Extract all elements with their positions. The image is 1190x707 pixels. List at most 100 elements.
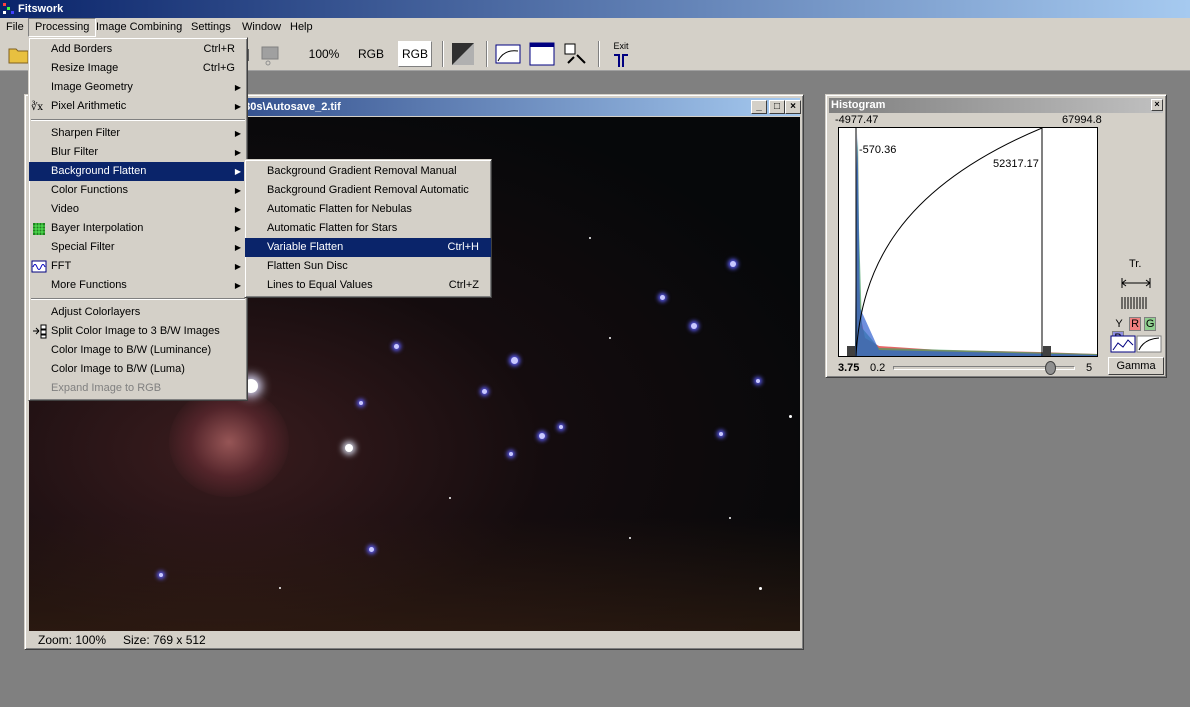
menu-item-fft[interactable]: FFT ▶ [29, 257, 247, 276]
submenu-arrow-icon: ▶ [234, 83, 241, 92]
tools-icon[interactable] [562, 41, 590, 67]
rgb-active-button[interactable]: RGB [398, 41, 432, 67]
menu-item-background-flatten[interactable]: Background Flatten ▶ [29, 162, 247, 181]
star [629, 537, 631, 539]
toolbar-separator [598, 41, 600, 67]
menu-item-lines-to-equal-values[interactable]: Lines to Equal Values Ctrl+Z [245, 276, 491, 295]
menu-item-color-functions[interactable]: Color Functions ▶ [29, 181, 247, 200]
exit-label: Exit [613, 41, 629, 51]
channel-y[interactable]: Y [1112, 318, 1126, 330]
range-arrows-icon[interactable] [1118, 275, 1158, 291]
menu-file[interactable]: File [0, 18, 30, 37]
menu-item-label: FFT [51, 260, 72, 272]
menu-help[interactable]: Help [284, 18, 319, 37]
star [789, 415, 792, 418]
menu-item-label: Pixel Arithmetic [51, 100, 127, 112]
minimize-button[interactable]: _ [751, 100, 767, 114]
star [660, 295, 665, 300]
histogram-max-label: 67994.8 [1062, 114, 1102, 126]
crop-icon[interactable] [258, 41, 284, 67]
menu-item-adjust-colorlayers[interactable]: Adjust Colorlayers [29, 303, 247, 322]
gradient-icon[interactable] [450, 41, 476, 67]
menu-item-split-color-image-to-3-b-w-images[interactable]: Split Color Image to 3 B/W Images [29, 322, 247, 341]
white-point-label: 52317.17 [993, 158, 1039, 170]
histogram-plot[interactable]: -570.36 52317.17 [838, 127, 1098, 357]
menu-separator [29, 295, 247, 303]
menu-item-automatic-flatten-for-stars[interactable]: Automatic Flatten for Stars [245, 219, 491, 238]
submenu-arrow-icon: ▶ [234, 205, 241, 214]
gamma-slider[interactable] [893, 361, 1075, 375]
star [511, 357, 518, 364]
bins-icon[interactable] [1118, 295, 1158, 311]
star [559, 425, 563, 429]
submenu-arrow-icon: ▶ [234, 148, 241, 157]
star [719, 432, 723, 436]
menu-item-label: Color Image to B/W (Luminance) [51, 344, 212, 356]
menu-item-pixel-arithmetic[interactable]: ∛x Pixel Arithmetic ▶ [29, 97, 247, 116]
menu-item-label: Blur Filter [51, 146, 99, 158]
menu-item-resize-image[interactable]: Resize Image Ctrl+G [29, 59, 247, 78]
histogram-window-icon[interactable] [494, 41, 522, 67]
menu-item-add-borders[interactable]: Add Borders Ctrl+R [29, 40, 247, 59]
toolbar-separator [486, 41, 488, 67]
pixel-arithmetic-icon: ∛x [31, 99, 47, 114]
rgb-button[interactable]: RGB [352, 41, 390, 67]
menu-processing[interactable]: Processing [28, 18, 97, 37]
gamma-value: 3.75 [838, 362, 860, 374]
menu-item-color-image-to-b-w-luminance[interactable]: Color Image to B/W (Luminance) [29, 341, 247, 360]
exit-button[interactable]: Exit [606, 41, 636, 67]
menu-item-label: Special Filter [51, 241, 115, 253]
exit-icon [614, 54, 628, 67]
submenu-arrow-icon: ▶ [234, 224, 241, 233]
submenu-arrow-icon: ▶ [234, 262, 241, 271]
menu-item-label: Resize Image [51, 62, 119, 74]
gamma-slider-thumb[interactable] [1044, 361, 1056, 375]
menu-item-blur-filter[interactable]: Blur Filter ▶ [29, 143, 247, 162]
submenu-arrow-icon: ▶ [234, 129, 241, 138]
histogram-close-button[interactable]: × [1151, 99, 1163, 111]
menu-settings[interactable]: Settings [185, 18, 237, 37]
menu-item-color-image-to-b-w-luma[interactable]: Color Image to B/W (Luma) [29, 360, 247, 379]
tr-label: Tr. [1129, 258, 1142, 270]
zoom-status: Zoom: 100% [38, 633, 107, 647]
star [159, 573, 163, 577]
menu-item-label: Expand Image to RGB [51, 382, 162, 394]
curve-mode-icons[interactable] [1110, 335, 1162, 353]
menu-item-more-functions[interactable]: More Functions ▶ [29, 276, 247, 295]
channel-g[interactable]: G [1144, 317, 1157, 331]
split-icon [31, 324, 47, 339]
zoom-100-button[interactable]: 100% [302, 41, 346, 67]
histogram-title[interactable]: Histogram [829, 98, 1163, 113]
size-status: Size: 769 x 512 [123, 633, 206, 647]
close-button[interactable]: × [785, 100, 801, 114]
menu-item-image-geometry[interactable]: Image Geometry ▶ [29, 78, 247, 97]
star [345, 444, 353, 452]
menu-item-label: Background Flatten [51, 165, 147, 177]
menu-item-shortcut: Ctrl+G [202, 62, 235, 74]
star [756, 379, 760, 383]
menu-window[interactable]: Window [236, 18, 287, 37]
menu-item-background-gradient-removal-automatic[interactable]: Background Gradient Removal Automatic [245, 181, 491, 200]
menu-item-label: Sharpen Filter [51, 127, 121, 139]
menu-item-label: Lines to Equal Values [267, 279, 373, 291]
menu-item-label: Adjust Colorlayers [51, 306, 141, 318]
image-window-icon[interactable] [528, 41, 556, 67]
channel-r[interactable]: R [1129, 317, 1142, 331]
menu-item-background-gradient-removal-manual[interactable]: Background Gradient Removal Manual [245, 162, 491, 181]
maximize-button[interactable]: □ [769, 100, 785, 114]
gamma-button[interactable]: Gamma [1108, 357, 1164, 375]
menu-item-automatic-flatten-for-nebulas[interactable]: Automatic Flatten for Nebulas [245, 200, 491, 219]
menubar: File Processing Image Combining Settings… [0, 18, 1190, 37]
menu-image-combining[interactable]: Image Combining [90, 18, 188, 37]
star [279, 587, 281, 589]
menu-item-variable-flatten[interactable]: Variable Flatten Ctrl+H [245, 238, 491, 257]
menu-item-special-filter[interactable]: Special Filter ▶ [29, 238, 247, 257]
star [730, 261, 736, 267]
slider-min-label: 0.2 [870, 362, 886, 374]
menu-item-expand-image-to-rgb: Expand Image to RGB [29, 379, 247, 398]
menu-item-flatten-sun-disc[interactable]: Flatten Sun Disc [245, 257, 491, 276]
menu-item-video[interactable]: Video ▶ [29, 200, 247, 219]
submenu-arrow-icon: ▶ [234, 281, 241, 290]
menu-item-sharpen-filter[interactable]: Sharpen Filter ▶ [29, 124, 247, 143]
menu-item-bayer-interpolation[interactable]: Bayer Interpolation ▶ [29, 219, 247, 238]
